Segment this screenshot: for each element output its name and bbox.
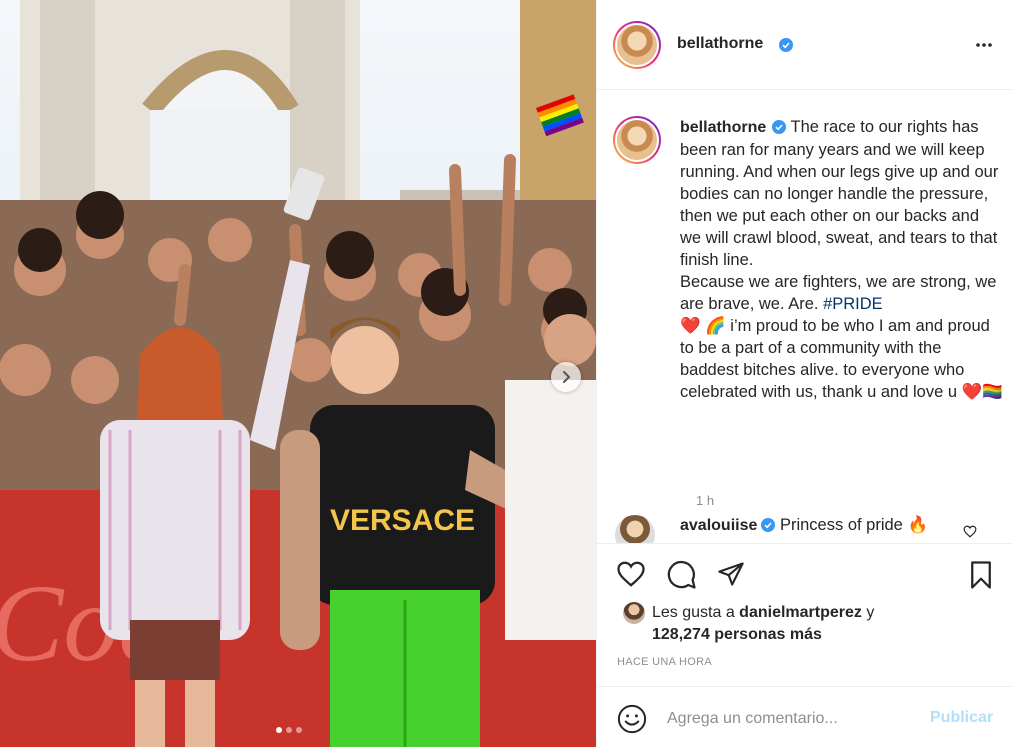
- emoji-smiley-icon[interactable]: [617, 704, 647, 734]
- likes-text: Les gusta a danielmartperez y 128,274 pe…: [652, 602, 874, 646]
- carousel-dot: [276, 727, 282, 733]
- publish-button[interactable]: Publicar: [930, 709, 993, 727]
- carousel-dot: [286, 727, 292, 733]
- avatar-image: [615, 515, 655, 543]
- crowd-photo-image: Coca VERSACE: [0, 0, 596, 747]
- verified-badge-icon: [761, 518, 776, 532]
- save-bookmark-icon[interactable]: [967, 560, 995, 590]
- likes-count[interactable]: 128,274 personas más: [652, 626, 822, 643]
- heart-emoji: ❤️: [961, 382, 983, 401]
- more-options-icon[interactable]: [975, 38, 993, 52]
- post-date[interactable]: HACE UNA HORA: [617, 656, 712, 668]
- caption-text: bellathorne The race to our rights has b…: [680, 116, 1003, 403]
- verified-badge-icon: [772, 120, 787, 134]
- carousel-dot: [296, 727, 302, 733]
- caption-body: The race to our rights has been ran for …: [680, 118, 999, 313]
- fire-emoji: 🔥: [907, 515, 928, 534]
- commenter-avatar[interactable]: [615, 515, 655, 543]
- post-actions-bar: [597, 543, 1013, 603]
- post-photo[interactable]: Coca VERSACE: [0, 0, 596, 747]
- svg-text:VERSACE: VERSACE: [330, 504, 475, 537]
- verified-badge-icon: [779, 38, 793, 52]
- liker-username[interactable]: danielmartperez: [739, 604, 862, 621]
- add-comment-bar: Publicar: [597, 686, 1013, 747]
- chevron-right-icon: [563, 371, 571, 383]
- heart-emoji: ❤️: [680, 316, 701, 335]
- like-comment-heart-icon[interactable]: [963, 525, 977, 538]
- commenter-username[interactable]: avalouiise: [680, 517, 757, 534]
- comment-bubble-icon[interactable]: [667, 560, 697, 590]
- caption-body-2: i’m proud to be who I am and proud to be…: [680, 317, 995, 401]
- comment-item: avalouiise Princess of pride 🔥: [613, 513, 1003, 543]
- author-avatar[interactable]: [613, 21, 661, 69]
- post-side-panel: bellathorne bellathorne The race to our …: [596, 0, 1013, 747]
- caption-timestamp[interactable]: 1 h: [696, 493, 714, 508]
- caption-username[interactable]: bellathorne: [680, 119, 766, 136]
- caption-avatar[interactable]: [613, 116, 661, 164]
- rainbow-emoji: 🌈: [705, 316, 726, 335]
- author-username[interactable]: bellathorne: [677, 35, 763, 53]
- like-heart-icon[interactable]: [616, 560, 646, 588]
- pride-flag-emoji: 🏳️‍🌈: [982, 382, 1003, 401]
- carousel-next-button[interactable]: [551, 362, 581, 392]
- likes-summary: Les gusta a danielmartperez y 128,274 pe…: [613, 598, 1003, 646]
- comments-section[interactable]: bellathorne The race to our rights has b…: [597, 91, 1013, 543]
- likes-prefix: Les gusta a: [652, 604, 740, 621]
- post-header: bellathorne: [597, 0, 1013, 90]
- share-paper-plane-icon[interactable]: [716, 560, 746, 588]
- likes-suffix: y: [861, 604, 875, 621]
- comment-input[interactable]: [667, 707, 917, 731]
- carousel-indicator: [276, 727, 302, 733]
- hashtag-link[interactable]: #PRIDE: [823, 295, 883, 313]
- avatar-image: [615, 23, 659, 67]
- caption: bellathorne The race to our rights has b…: [613, 116, 1003, 508]
- liker-avatar[interactable]: [623, 602, 645, 624]
- comment-text: avalouiise Princess of pride 🔥: [680, 515, 928, 535]
- avatar-image: [615, 118, 659, 162]
- comment-body: Princess of pride: [779, 516, 903, 534]
